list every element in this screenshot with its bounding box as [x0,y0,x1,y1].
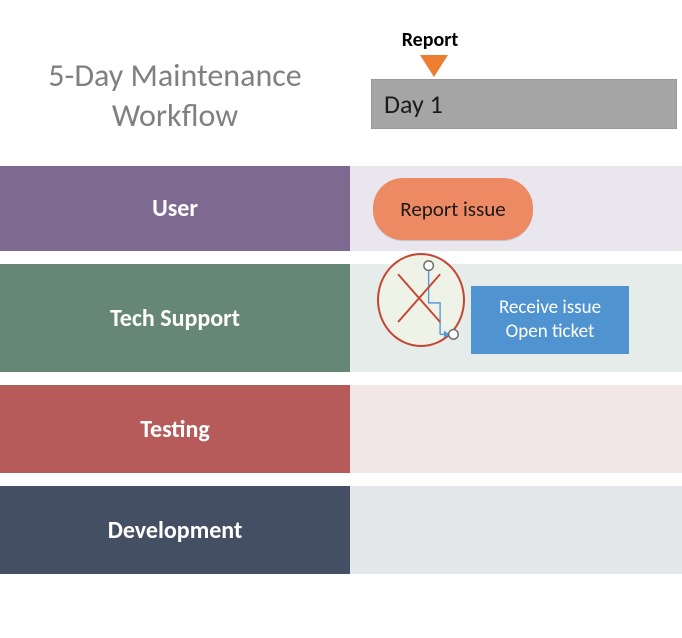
report-marker-triangle-icon [420,55,448,77]
lane-dev-track [350,486,682,574]
task-receive-issue[interactable]: Receive issue Open ticket [471,286,629,354]
lane-development[interactable]: Development [0,486,682,574]
day-header-label: Day 1 [384,88,443,120]
invalid-cross-icon [398,274,440,322]
lane-user-label: User [0,166,350,251]
task-receive-line2: Open ticket [506,320,595,344]
day-header[interactable]: Day 1 [371,79,677,129]
task-receive-line1: Receive issue [499,296,601,320]
lane-test-label: Testing [0,385,350,473]
lane-tech-label: Tech Support [0,264,350,372]
lane-testing[interactable]: Testing [0,385,682,473]
lane-test-track [350,385,682,473]
connector-placeholder-selected[interactable] [377,253,465,347]
report-marker-label: Report [370,28,490,52]
title-line-2: Workflow [112,96,238,135]
task-report-issue-label: Report issue [400,196,505,222]
connector-placeholder-svg [379,255,463,345]
lane-dev-label: Development [0,486,350,574]
task-report-issue[interactable]: Report issue [373,178,533,240]
diagram-title: 5-Day Maintenance Workflow [0,56,350,136]
title-line-1: 5-Day Maintenance [48,56,301,95]
elbow-connector-icon [424,261,458,339]
lane-user[interactable]: User [0,166,682,251]
